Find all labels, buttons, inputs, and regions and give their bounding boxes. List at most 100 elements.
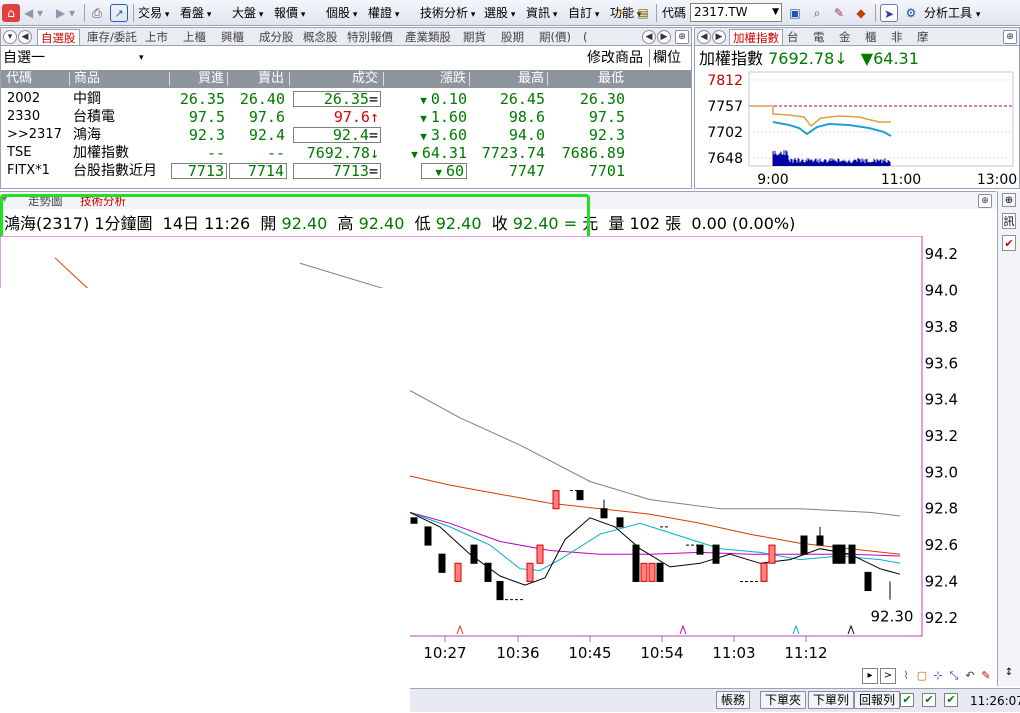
zoom-icon[interactable]: ⊕	[675, 30, 689, 44]
chevron-down-icon[interactable]: ▾	[3, 30, 17, 44]
row-high: 7747	[471, 162, 547, 180]
tab-0[interactable]: 自選股	[37, 29, 80, 45]
header-1[interactable]: 商品	[71, 70, 169, 88]
menu-item[interactable]: 選股 ▾	[484, 4, 515, 22]
tab-12[interactable]: (	[583, 29, 588, 45]
index-tab-4[interactable]: 櫃	[865, 29, 877, 45]
menu-item[interactable]: 大盤 ▾	[232, 4, 263, 22]
tab-1[interactable]: 庫存/委託	[87, 29, 137, 45]
chart-type-icon[interactable]: ⌇	[898, 668, 914, 684]
chevron-right-icon[interactable]: ▶	[712, 30, 726, 44]
account-button[interactable]: 帳務	[716, 691, 750, 709]
header-3[interactable]: 賣出	[229, 70, 287, 88]
menu-item[interactable]: 權證 ▾	[368, 4, 399, 22]
price-axis-label: 93.0	[925, 463, 958, 481]
chevron-left-icon[interactable]: ◀	[18, 30, 32, 44]
crosshair-icon[interactable]: ⊹	[930, 668, 946, 684]
lightning-icon[interactable]: ⚡	[612, 4, 630, 22]
back-icon[interactable]: ◀ ▾	[24, 4, 43, 22]
check-icon[interactable]: ✔	[944, 693, 958, 707]
tab-2[interactable]: 上市	[145, 29, 168, 45]
header-5[interactable]: 漲跌	[385, 70, 469, 88]
menu-item[interactable]: 個股 ▾	[326, 4, 357, 22]
analysis-tools-icon[interactable]: ⚙	[902, 4, 920, 22]
header-7[interactable]: 最低	[549, 70, 627, 88]
code-input[interactable]: 2317.TW ▼	[690, 3, 782, 22]
notepad-icon[interactable]: ▤	[634, 4, 652, 22]
tab-5[interactable]: 成分股	[259, 29, 294, 45]
index-tab-2[interactable]: 電	[813, 29, 825, 45]
index-tab-5[interactable]: 非	[891, 29, 903, 45]
chevron-down-icon[interactable]: ▼	[772, 4, 779, 21]
candle	[713, 545, 719, 563]
scroll-left-icon[interactable]: ▸	[862, 668, 878, 684]
index-tab-0[interactable]: 加權指數	[729, 29, 783, 45]
resize-icon[interactable]: ↕	[1002, 665, 1016, 681]
draw-icon[interactable]: ✎	[978, 668, 994, 684]
external-link-icon[interactable]: ↗	[110, 4, 128, 22]
zoom-out-icon[interactable]: ⤡	[946, 668, 962, 684]
print-icon[interactable]: ⎙	[88, 4, 106, 22]
list-selector[interactable]: 自選一 ▾	[3, 49, 45, 67]
header-2[interactable]: 買進	[171, 70, 227, 88]
menu-item-label: 交易	[138, 6, 162, 20]
menu-item[interactable]: 交易 ▾	[138, 4, 169, 22]
header-divider	[383, 72, 384, 86]
header-6[interactable]: 最高	[471, 70, 547, 88]
table-row[interactable]: >>2317 鴻海 92.3 92.4 92.4= ▼ 3.60 94.0 92.3	[1, 126, 691, 144]
index-tab-6[interactable]: 摩	[917, 29, 929, 45]
forward-icon[interactable]: ▶ ▾	[56, 4, 75, 22]
home-icon[interactable]: ⌂	[2, 4, 20, 22]
zoom-icon[interactable]: ⊕	[978, 194, 992, 208]
menu-item[interactable]: 自訂 ▾	[568, 4, 599, 22]
chevron-right-icon[interactable]: ▶	[657, 30, 671, 44]
tab-10[interactable]: 股期	[501, 29, 524, 45]
chevron-left-icon[interactable]: ◀	[697, 30, 711, 44]
row-ask: 92.4	[229, 126, 287, 144]
index-level-label: 7757	[707, 99, 743, 115]
search-icon[interactable]: ⌕	[808, 4, 826, 22]
check-icon[interactable]: ✔	[1002, 235, 1016, 251]
table-row[interactable]: 2002 中鋼 26.35 26.40 26.35= ▼ 0.10 26.45 26.30	[1, 90, 691, 108]
check-icon[interactable]: ✔	[922, 693, 936, 707]
quote-icon[interactable]: ▣	[786, 4, 804, 22]
row-last-value: 7692.78	[307, 144, 370, 162]
row-high: 94.0	[471, 126, 547, 144]
tab-9[interactable]: 期貨	[463, 29, 486, 45]
analysis-tools-menu[interactable]: 分析工具 ▾	[924, 4, 980, 22]
tab-11[interactable]: 期(價)	[539, 29, 571, 45]
scroll-right-icon[interactable]: >	[880, 668, 896, 684]
chevron-left-icon[interactable]: ◀	[642, 30, 656, 44]
header-0[interactable]: 代碼	[3, 70, 69, 88]
index-tab-3[interactable]: 金	[839, 29, 851, 45]
tab-4[interactable]: 興櫃	[221, 29, 244, 45]
tab-6[interactable]: 概念股	[303, 29, 338, 45]
table-row[interactable]: TSE 加權指數 -- -- 7692.78↓ ▼ 64.31 7723.74 7686.89	[1, 144, 691, 162]
menu-item[interactable]: 報價 ▾	[274, 4, 305, 22]
tab-3[interactable]: 上櫃	[183, 29, 206, 45]
alert-icon[interactable]: ◆	[852, 4, 870, 22]
tab-8[interactable]: 產業類股	[405, 29, 451, 45]
check-icon[interactable]: ✔	[900, 693, 914, 707]
period-icon[interactable]: ▢	[914, 668, 930, 684]
zoom-icon[interactable]: ⊕	[1002, 193, 1016, 207]
menu-item[interactable]: 技術分析 ▾	[420, 4, 475, 22]
tab-7[interactable]: 特別報價	[347, 29, 393, 45]
zoom-icon[interactable]: ⊕	[1003, 30, 1017, 44]
menu-item[interactable]: 看盤 ▾	[180, 4, 211, 22]
columns-button[interactable]: 欄位	[653, 49, 681, 67]
order-folder-button[interactable]: 下單夾	[760, 691, 806, 709]
index-tab-1[interactable]: 台	[787, 29, 799, 45]
table-row[interactable]: 2330 台積電 97.5 97.6 97.6↑ ▼ 1.60 98.6 97.5	[1, 108, 691, 126]
modify-items-button[interactable]: 修改商品	[587, 49, 643, 67]
candle	[577, 491, 583, 500]
tools-icon[interactable]: ✎	[830, 4, 848, 22]
table-row[interactable]: FITX*1 台股指數近月 7713 7714 7713= ▼ 60 7747 7701	[1, 162, 691, 180]
info-icon[interactable]: 訊	[1002, 213, 1016, 229]
header-4[interactable]: 成交	[291, 70, 381, 88]
menu-item[interactable]: 資訊 ▾	[526, 4, 557, 22]
undo-icon[interactable]: ↶	[962, 668, 978, 684]
order-bar-button[interactable]: 下單列	[808, 691, 854, 709]
cursor-icon[interactable]: ➤	[880, 4, 898, 22]
report-bar-button[interactable]: 回報列	[854, 691, 900, 709]
